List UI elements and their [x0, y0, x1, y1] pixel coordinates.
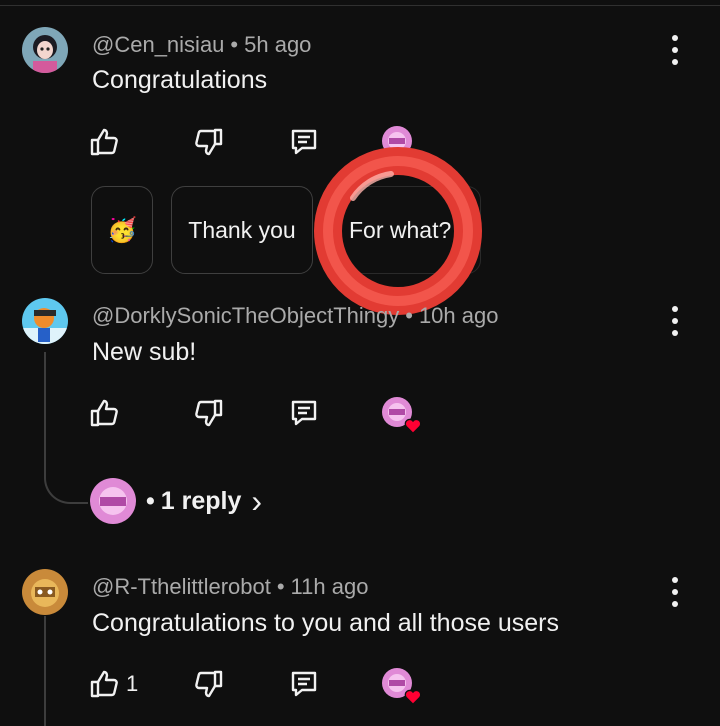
- quick-reply-chip-for-what[interactable]: For what?: [331, 186, 481, 274]
- comment-author[interactable]: @DorklySonicTheObjectThingy: [92, 303, 399, 328]
- chip-label: For what?: [349, 216, 452, 243]
- reply-count-label: 1 reply: [160, 486, 242, 515]
- comment-actions: [88, 122, 448, 162]
- comment-actions: [88, 393, 448, 435]
- reply-comment-icon: [291, 400, 317, 426]
- like-button[interactable]: [88, 122, 126, 162]
- chip-label: Thank you: [188, 216, 296, 243]
- like-button[interactable]: [88, 393, 126, 433]
- reply-button[interactable]: [288, 122, 320, 162]
- more-vertical-icon[interactable]: [664, 575, 686, 609]
- comment-actions: 1: [88, 664, 448, 706]
- comment-author[interactable]: @R-Tthelittlerobot: [92, 574, 271, 599]
- like-button[interactable]: 1: [88, 664, 138, 704]
- avatar[interactable]: [22, 569, 68, 615]
- thumbs-up-icon: [90, 670, 118, 698]
- thread-connector-line: [44, 616, 46, 726]
- quick-reply-chip-thank-you[interactable]: Thank you: [171, 186, 313, 274]
- chevron-right-icon: ›: [251, 483, 263, 519]
- avatar[interactable]: [22, 27, 68, 73]
- thread-connector-line: [44, 352, 88, 504]
- comment-header: @Cen_nisiau • 5h ago: [92, 32, 311, 58]
- more-vertical-icon[interactable]: [664, 33, 686, 67]
- creator-avatar: [90, 478, 136, 524]
- more-vertical-icon[interactable]: [664, 304, 686, 338]
- creator-heart-icon: [404, 418, 422, 435]
- dislike-button[interactable]: [193, 122, 225, 162]
- comment-text: New sub!: [92, 338, 197, 366]
- separator: •: [405, 303, 413, 328]
- view-replies-button[interactable]: • 1 reply ›: [90, 478, 262, 524]
- party-face-emoji: 🥳: [107, 216, 137, 244]
- comment-time: 11h ago: [290, 574, 369, 599]
- quick-reply-chip-emoji[interactable]: 🥳: [91, 186, 153, 274]
- creator-heart-icon: [404, 689, 422, 706]
- like-count: 1: [126, 671, 139, 696]
- creator-heart[interactable]: [382, 668, 422, 706]
- thumbs-up-icon: [90, 128, 118, 156]
- reply-comment-icon: [291, 671, 317, 697]
- dislike-button[interactable]: [193, 393, 225, 433]
- creator-heart[interactable]: [382, 126, 414, 158]
- avatar[interactable]: [22, 298, 68, 344]
- separator: •: [146, 486, 155, 515]
- comment-text: Congratulations to you and all those use…: [92, 609, 559, 637]
- comment-header: @DorklySonicTheObjectThingy • 10h ago: [92, 303, 498, 329]
- thumbs-down-icon: [195, 670, 223, 698]
- reply-button[interactable]: [288, 393, 320, 433]
- dislike-button[interactable]: [193, 664, 225, 704]
- comment-time: 10h ago: [418, 303, 499, 328]
- comment-time: 5h ago: [244, 32, 312, 57]
- comment-text: Congratulations: [92, 66, 268, 94]
- comment-header: @R-Tthelittlerobot • 11h ago: [92, 574, 368, 600]
- comment-author[interactable]: @Cen_nisiau: [92, 32, 224, 57]
- reply-comment-icon: [291, 129, 317, 155]
- creator-heart[interactable]: [382, 397, 422, 435]
- creator-avatar: [382, 126, 412, 156]
- thumbs-up-icon: [90, 399, 118, 427]
- separator: •: [230, 32, 239, 57]
- top-divider: [0, 0, 720, 6]
- reply-button[interactable]: [288, 664, 320, 704]
- thumbs-down-icon: [195, 399, 223, 427]
- separator: •: [276, 574, 285, 599]
- thumbs-down-icon: [195, 128, 223, 156]
